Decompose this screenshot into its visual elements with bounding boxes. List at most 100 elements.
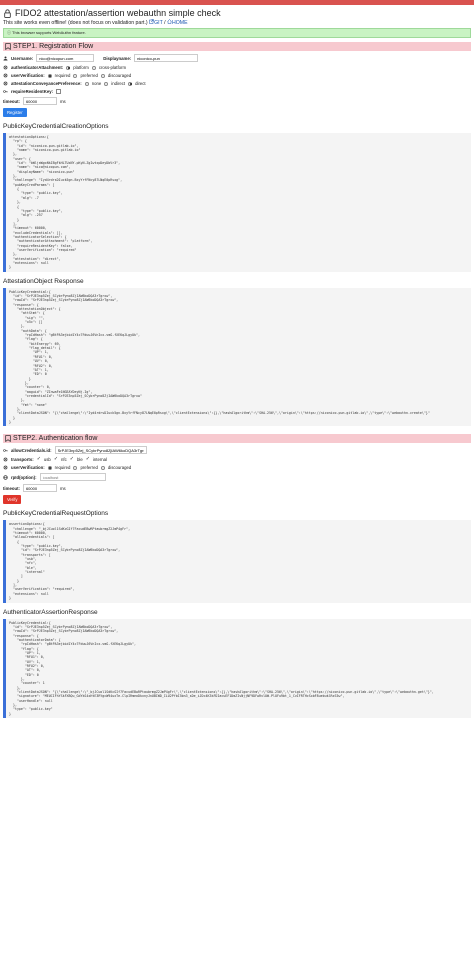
step1-title: STEP1. Registration Flow: [13, 43, 94, 50]
transport-usb-checkbox[interactable]: ✓: [37, 457, 41, 462]
attachment-platform-radio[interactable]: [66, 65, 71, 70]
gear-icon: [3, 465, 8, 470]
conveyance-row: attestationConveyancePreference: none in…: [3, 81, 471, 86]
uv-discouraged-label: discouraged: [107, 73, 132, 78]
conveyance-direct-radio[interactable]: [128, 81, 133, 86]
uv2-preferred-radio[interactable]: [73, 465, 78, 470]
gear-icon: [3, 73, 8, 78]
gear-icon: [3, 81, 8, 86]
gear-icon: [3, 457, 8, 462]
rpid-input[interactable]: [39, 473, 106, 482]
info-icon: ⓘ: [7, 30, 11, 35]
transport-ble-label: ble: [76, 457, 83, 463]
subtitle-text: This site works even offline! (does not …: [3, 20, 148, 26]
transport-nfc-label: nfc: [61, 457, 67, 463]
uv2-discouraged-label: discouraged: [107, 465, 132, 471]
lock-icon: [4, 9, 11, 18]
attestation-response-title: AttestationObject Response: [3, 277, 84, 285]
timeout2-input[interactable]: [22, 484, 57, 493]
uv2-required-radio[interactable]: [47, 465, 52, 470]
creation-options-json: attestationOptions:{ "rp": { "id": "nico…: [3, 133, 471, 272]
bookmark-icon: [5, 43, 11, 50]
globe-icon: [3, 475, 8, 480]
username-label: Username:: [11, 55, 34, 61]
allow-credentials-label: allowCredentials.id:: [11, 447, 52, 453]
allow-credentials-row: allowCredentials.id:: [3, 446, 471, 455]
attachment-cross-platform-label: cross-platform: [98, 65, 127, 70]
conveyance-none-radio[interactable]: [84, 81, 89, 86]
uv-required-radio[interactable]: [47, 73, 52, 78]
transport-usb-label: usb: [43, 457, 51, 463]
assertion-response-title: AuthenticatorAssertionResponse: [3, 608, 98, 616]
uv-preferred-radio[interactable]: [73, 73, 78, 78]
gear-icon: [3, 65, 8, 70]
verify-button[interactable]: Verify: [3, 495, 22, 505]
page-title: FIDO2 attestation/assertion webauthn sim…: [3, 8, 471, 18]
allow-credentials-input[interactable]: [54, 446, 147, 455]
page-container: FIDO2 attestation/assertion webauthn sim…: [0, 5, 474, 719]
register-button[interactable]: Register: [3, 108, 27, 117]
attachment-platform-label: platform: [73, 65, 89, 70]
resident-label: requireResidentKey:: [11, 89, 54, 94]
conveyance-indirect-label: indirect: [111, 81, 126, 86]
uv-label: userVerification:: [11, 73, 45, 78]
step2-title: STEP2. Authentication flow: [13, 435, 98, 443]
git-link-label: GIT: [154, 20, 163, 26]
rpid-row: rpId(option):: [3, 473, 471, 482]
timeout2-label: timeout:: [3, 485, 20, 491]
timeout2-row: timeout: ms: [3, 484, 471, 493]
resident-checkbox[interactable]: [56, 89, 62, 94]
conveyance-indirect-radio[interactable]: [104, 81, 109, 86]
uv2-preferred-label: preferred: [80, 465, 98, 471]
uv-discouraged-radio[interactable]: [100, 73, 105, 78]
home-link-label: HOME: [172, 20, 188, 26]
bookmark-icon: [5, 435, 11, 443]
transports-label: transports:: [11, 457, 34, 463]
transport-internal-checkbox[interactable]: ✓: [86, 457, 90, 462]
key-icon: [3, 90, 8, 93]
support-banner: ⓘ This browser supports WebAuthn feature…: [3, 28, 471, 38]
uv2-label: userVerification:: [11, 465, 45, 471]
transport-ble-checkbox[interactable]: ✓: [70, 457, 74, 462]
request-options-json: assertionOptions:{ "challenge": "_bjJCuo…: [3, 520, 471, 603]
transport-internal-label: internal: [92, 457, 107, 463]
support-message: This browser supports WebAuthn feature.: [12, 30, 86, 35]
timeout2-unit: ms: [59, 485, 66, 491]
conveyance-none-label: none: [91, 81, 102, 86]
title-text: FIDO2 attestation/assertion webauthn sim…: [15, 8, 221, 18]
git-link[interactable]: GIT: [149, 19, 164, 26]
user-row: Username: Displayname:: [3, 54, 471, 62]
creation-options-title: PublicKeyCredentialCreationOptions: [3, 123, 109, 130]
timeout-unit: ms: [59, 98, 66, 104]
attachment-row: authenticatorAttachment: platform cross-…: [3, 65, 471, 70]
assertion-response-json: PublicKeyCredential:{ "id": "SrPJE3np5Ze…: [3, 618, 471, 719]
timeout-label: timeout:: [3, 98, 20, 104]
displayname-input[interactable]: [134, 54, 199, 62]
attachment-label: authenticatorAttachment:: [11, 65, 64, 70]
user-icon: [3, 56, 8, 60]
transports-row: transports: ✓ usb ✓ nfc ✓ ble ✓ internal: [3, 457, 471, 462]
uv2-row: userVerification: required preferred dis…: [3, 465, 471, 470]
conveyance-label: attestationConveyancePreference:: [11, 81, 82, 86]
timeout-input[interactable]: [22, 97, 57, 105]
uv-preferred-label: preferred: [80, 73, 98, 78]
uv2-discouraged-radio[interactable]: [100, 465, 105, 470]
uv-row: userVerification: required preferred dis…: [3, 73, 471, 78]
uv-required-label: required: [54, 73, 71, 78]
step1-header: STEP1. Registration Flow: [3, 42, 471, 51]
key-icon: [3, 449, 8, 452]
conveyance-direct-label: direct: [135, 81, 146, 86]
home-link[interactable]: HOME: [167, 19, 188, 26]
rpid-label: rpId(option):: [11, 474, 37, 480]
transport-nfc-checkbox[interactable]: ✓: [54, 457, 58, 462]
attachment-cross-platform-radio[interactable]: [91, 65, 96, 70]
step2-header: STEP2. Authentication flow: [3, 434, 471, 444]
resident-row: requireResidentKey:: [3, 89, 471, 94]
displayname-label: Displayname:: [103, 55, 132, 61]
subtitle: This site works even offline! (does not …: [3, 19, 188, 26]
username-input[interactable]: [36, 54, 95, 62]
uv2-required-label: required: [54, 465, 71, 471]
attestation-response-json: PublicKeyCredential:{ "id": "SrPJE3np5Ze…: [3, 287, 471, 427]
timeout-row: timeout: ms: [3, 97, 471, 105]
request-options-title: PublicKeyCredentialRequestOptions: [3, 510, 109, 518]
